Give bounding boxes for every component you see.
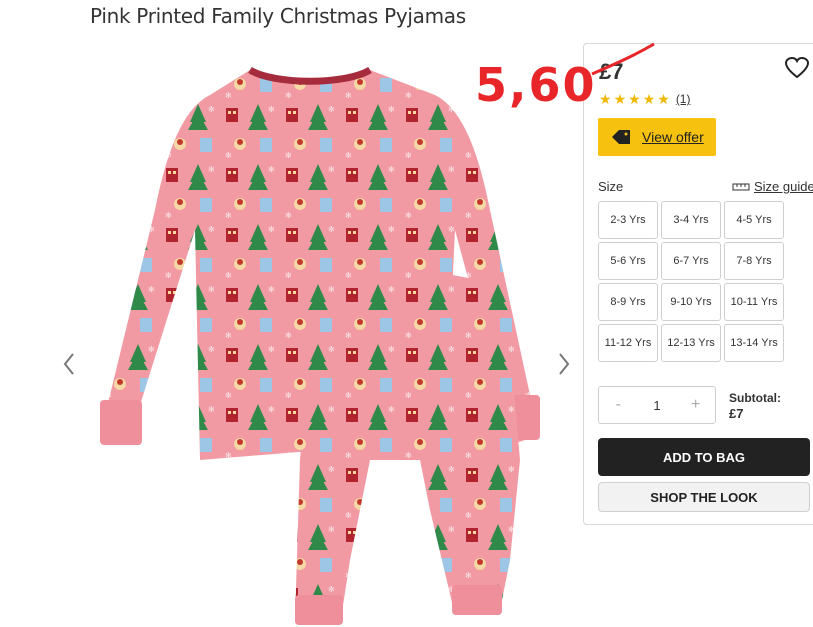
star-icon: ★ <box>613 91 627 107</box>
price-tag-icon <box>612 130 630 144</box>
add-to-bag-button[interactable]: ADD TO BAG <box>598 438 810 476</box>
star-icon: ★ <box>628 91 641 107</box>
price-strikethrough-mark <box>591 42 655 76</box>
product-image: ✻ ✻ <box>100 66 540 625</box>
product-purchase-panel: £7 ★ ★ ★ ★ ★ (1) View offer Size Size gu… <box>583 43 813 525</box>
size-option[interactable]: 4-5 Yrs <box>724 201 784 239</box>
size-option[interactable]: 12-13 Yrs <box>661 324 721 362</box>
size-option[interactable]: 9-10 Yrs <box>661 283 721 321</box>
size-option[interactable]: 13-14 Yrs <box>724 324 784 362</box>
quantity-value[interactable]: 1 <box>638 387 677 423</box>
size-option[interactable]: 10-11 Yrs <box>724 283 784 321</box>
view-offer-label: View offer <box>642 129 704 145</box>
quantity-decrease-button[interactable]: - <box>599 387 638 423</box>
page-title: Pink Printed Family Christmas Pyjamas <box>90 4 466 28</box>
handwritten-price-annotation: 5,60 <box>475 58 597 112</box>
subtotal-label: Subtotal: <box>729 391 781 405</box>
chevron-left-icon[interactable] <box>60 350 78 378</box>
chevron-right-icon[interactable] <box>555 350 573 378</box>
size-option[interactable]: 7-8 Yrs <box>724 242 784 280</box>
size-options: 2-3 Yrs 3-4 Yrs 4-5 Yrs 5-6 Yrs 6-7 Yrs … <box>598 201 784 362</box>
size-option[interactable]: 5-6 Yrs <box>598 242 658 280</box>
rating-stars: ★ ★ ★ ★ ★ (1) <box>599 92 690 106</box>
subtotal-value: £7 <box>729 406 744 421</box>
size-guide-link[interactable]: Size guide <box>732 179 813 194</box>
subtotal: Subtotal: £7 <box>729 390 781 422</box>
quantity-stepper: - 1 + <box>598 386 716 424</box>
size-label: Size <box>598 179 624 194</box>
star-icon: ★ <box>657 91 670 107</box>
quantity-increase-button[interactable]: + <box>676 387 715 423</box>
review-count-link[interactable]: (1) <box>676 92 691 106</box>
size-option[interactable]: 6-7 Yrs <box>661 242 721 280</box>
star-icon: ★ <box>642 91 656 107</box>
shop-the-look-button[interactable]: SHOP THE LOOK <box>598 482 810 512</box>
star-icon: ★ <box>599 91 612 107</box>
size-guide-label: Size guide <box>754 179 813 194</box>
size-option[interactable]: 3-4 Yrs <box>661 201 721 239</box>
size-option[interactable]: 2-3 Yrs <box>598 201 658 239</box>
size-option[interactable]: 11-12 Yrs <box>598 324 658 362</box>
heart-icon[interactable] <box>784 56 810 80</box>
size-option[interactable]: 8-9 Yrs <box>598 283 658 321</box>
ruler-icon <box>732 183 750 190</box>
view-offer-button[interactable]: View offer <box>598 118 716 156</box>
